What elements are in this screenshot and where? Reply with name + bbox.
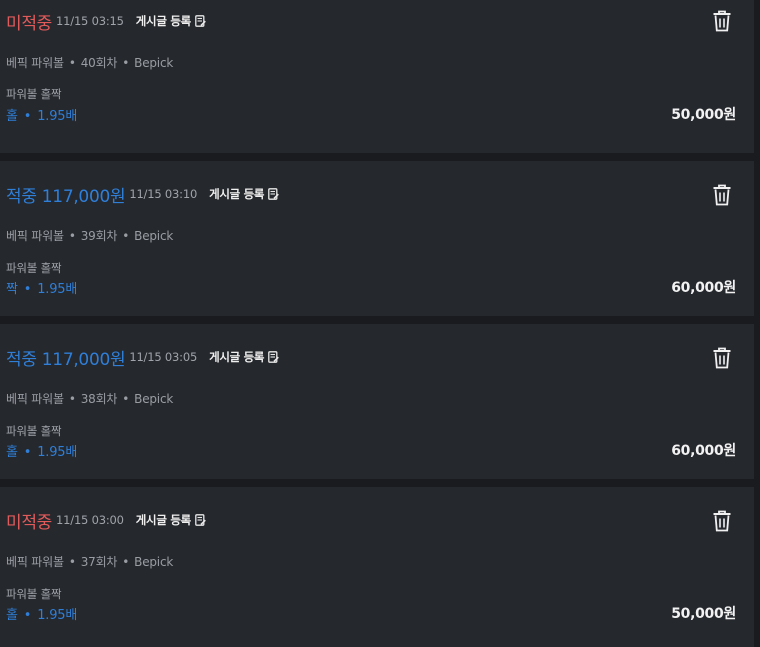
separator-dot: • (68, 555, 76, 569)
post-register-button[interactable]: 게시글 등록 (209, 186, 280, 202)
game-type: 파워볼 홀짝 (6, 87, 62, 101)
trash-icon[interactable] (712, 184, 732, 206)
edit-note-icon (268, 188, 280, 200)
game-name: 베픽 파워볼 (6, 392, 64, 406)
pick-value: 짝 (6, 282, 18, 297)
bet-card-header: 적중 117,000원 11/15 03:05 게시글 등록 (6, 340, 280, 374)
bet-card-header: 미적중 11/15 03:00 게시글 등록 (6, 503, 206, 537)
bet-status: 미적중 (6, 13, 53, 34)
edit-note-icon (195, 514, 206, 526)
site-name: Bepick (134, 229, 174, 243)
pick-value: 홀 (6, 445, 18, 460)
bet-time: 11/15 03:15 (56, 14, 124, 28)
separator-dot: • (23, 445, 32, 460)
bet-card: 적중 117,000원 11/15 03:05 게시글 등록 베픽 파워볼 • 38… (0, 324, 754, 479)
post-register-button[interactable]: 게시글 등록 (209, 349, 280, 365)
bet-meta: 베픽 파워볼 • 39회차 • Bepick (6, 227, 173, 244)
game-type: 파워볼 홀짝 (6, 424, 62, 438)
separator-dot: • (68, 229, 76, 243)
pick-value: 홀 (6, 109, 18, 124)
separator-dot: • (23, 109, 32, 124)
round-number: 39회차 (80, 229, 118, 243)
round-number: 37회차 (80, 555, 118, 569)
bet-history-list: 미적중 11/15 03:15 게시글 등록 베픽 파워볼 • 40회차 • Bepic… (0, 0, 760, 647)
game-type: 파워볼 홀짝 (6, 587, 62, 601)
edit-note-icon (195, 15, 206, 27)
odds-value: 1.95배 (37, 109, 78, 124)
round-number: 38회차 (80, 392, 118, 406)
post-register-label: 게시글 등록 (135, 513, 191, 527)
site-name: Bepick (134, 555, 174, 569)
game-name: 베픽 파워볼 (6, 555, 64, 569)
separator-dot: • (122, 56, 130, 70)
round-number: 40회차 (80, 56, 118, 70)
game-name: 베픽 파워볼 (6, 229, 64, 243)
trash-icon[interactable] (712, 510, 732, 532)
bet-amount: 60,000원 (671, 443, 736, 459)
site-name: Bepick (134, 392, 174, 406)
bet-time: 11/15 03:00 (56, 513, 124, 527)
separator-dot: • (122, 555, 130, 569)
separator-dot: • (122, 392, 130, 406)
separator-dot: • (23, 282, 32, 297)
bet-card: 미적중 11/15 03:15 게시글 등록 베픽 파워볼 • 40회차 • Bepic… (0, 0, 754, 153)
trash-icon[interactable] (712, 347, 732, 369)
game-name: 베픽 파워볼 (6, 56, 64, 70)
post-register-label: 게시글 등록 (209, 350, 265, 364)
bet-pick: 홀 • 1.95배 (6, 604, 77, 623)
game-type: 파워볼 홀짝 (6, 261, 62, 275)
trash-icon[interactable] (712, 10, 732, 32)
bet-card-header: 적중 117,000원 11/15 03:10 게시글 등록 (6, 177, 280, 211)
post-register-label: 게시글 등록 (209, 187, 265, 201)
bet-amount: 50,000원 (671, 107, 736, 123)
bet-pick: 홀 • 1.95배 (6, 105, 77, 124)
bet-card: 적중 117,000원 11/15 03:10 게시글 등록 베픽 파워볼 • 39… (0, 161, 754, 316)
odds-value: 1.95배 (37, 282, 78, 297)
bet-status: 적중 117,000원 (6, 186, 126, 207)
separator-dot: • (68, 56, 76, 70)
post-register-button[interactable]: 게시글 등록 (136, 512, 206, 528)
bet-amount: 60,000원 (671, 280, 736, 296)
bet-status: 적중 117,000원 (6, 349, 126, 370)
bet-status: 미적중 (6, 512, 53, 533)
odds-value: 1.95배 (37, 445, 78, 460)
odds-value: 1.95배 (37, 608, 78, 623)
bet-time: 11/15 03:10 (129, 187, 198, 201)
bet-meta: 베픽 파워볼 • 38회차 • Bepick (6, 390, 173, 407)
separator-dot: • (23, 608, 32, 623)
bet-time: 11/15 03:05 (129, 350, 198, 364)
separator-dot: • (122, 229, 130, 243)
bet-pick: 홀 • 1.95배 (6, 441, 77, 460)
pick-value: 홀 (6, 608, 18, 623)
separator-dot: • (68, 392, 76, 406)
post-register-label: 게시글 등록 (135, 14, 191, 28)
post-register-button[interactable]: 게시글 등록 (136, 13, 206, 29)
bet-meta: 베픽 파워볼 • 40회차 • Bepick (6, 54, 173, 71)
bet-pick: 짝 • 1.95배 (6, 278, 77, 297)
bet-amount: 50,000원 (671, 606, 736, 622)
bet-card: 미적중 11/15 03:00 게시글 등록 베픽 파워볼 • 37회차 • Bepic… (0, 487, 754, 647)
bet-meta: 베픽 파워볼 • 37회차 • Bepick (6, 553, 173, 570)
site-name: Bepick (134, 56, 174, 70)
bet-card-header: 미적중 11/15 03:15 게시글 등록 (6, 4, 206, 38)
edit-note-icon (268, 351, 280, 363)
